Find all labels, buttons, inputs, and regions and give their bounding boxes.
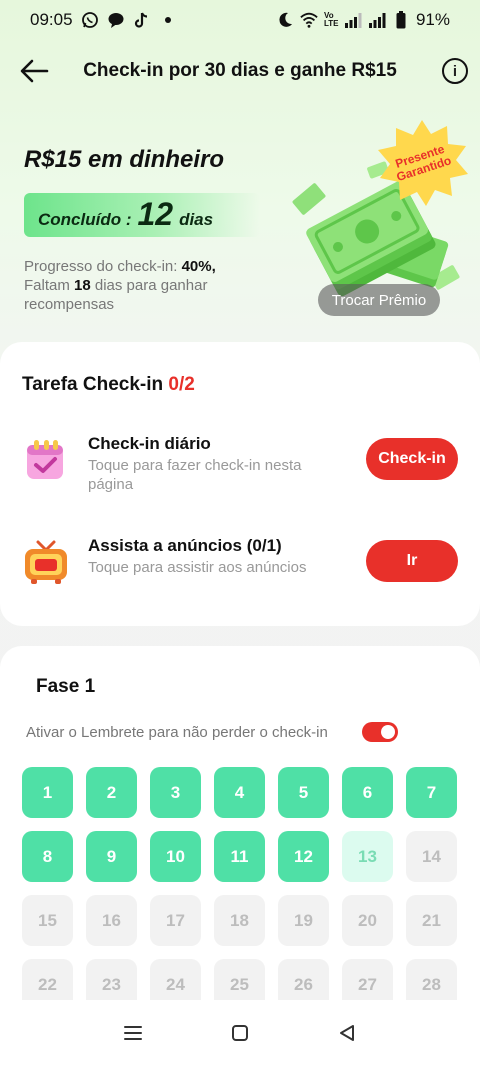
- task-description: Toque para assistir aos anúncios: [88, 559, 307, 576]
- back-button[interactable]: [18, 56, 50, 86]
- completed-days-unit: dias: [179, 210, 214, 229]
- day-cell-20[interactable]: 20: [342, 895, 393, 946]
- day-cell-2[interactable]: 2: [86, 767, 137, 818]
- day-cell-4[interactable]: 4: [214, 767, 265, 818]
- day-cell-12[interactable]: 12: [278, 831, 329, 882]
- signal-icon-1: [344, 11, 362, 29]
- reminder-toggle[interactable]: [362, 722, 398, 742]
- tiktok-icon: [133, 11, 151, 29]
- day-cell-1[interactable]: 1: [22, 767, 73, 818]
- day-cell-15[interactable]: 15: [22, 895, 73, 946]
- battery-percent: 91%: [415, 10, 450, 29]
- task-daily-checkin: Check-in diário Toque para fazer check-i…: [22, 434, 462, 494]
- task-watch-ads: Assista a anúncios (0/1) Toque para assi…: [22, 536, 462, 596]
- swap-prize-button[interactable]: Trocar Prêmio: [318, 284, 440, 316]
- completed-days-pill: Concluído : 12 dias: [24, 193, 260, 237]
- triangle-back-icon: [339, 1025, 354, 1041]
- day-cell-17[interactable]: 17: [150, 895, 201, 946]
- day-cell-7[interactable]: 7: [406, 767, 457, 818]
- day-cell-6[interactable]: 6: [342, 767, 393, 818]
- toggle-knob: [381, 725, 395, 739]
- checkin-button[interactable]: Check-in: [366, 438, 458, 480]
- day-cell-13[interactable]: 13: [342, 831, 393, 882]
- day-cell-10[interactable]: 10: [150, 831, 201, 882]
- moon-icon: [276, 11, 294, 29]
- back-nav-button[interactable]: [327, 1013, 367, 1053]
- recent-apps-button[interactable]: [113, 1013, 153, 1053]
- remaining-prefix: Faltam: [24, 277, 70, 294]
- day-cell-19[interactable]: 19: [278, 895, 329, 946]
- day-cell-16[interactable]: 16: [86, 895, 137, 946]
- ad-tv-icon: [25, 540, 67, 584]
- tasks-title-text: Tarefa Check-in: [22, 374, 164, 395]
- day-cell-21[interactable]: 21: [406, 895, 457, 946]
- day-cell-5[interactable]: 5: [278, 767, 329, 818]
- reminder-label: Ativar o Lembrete para não perder o chec…: [26, 724, 328, 741]
- remaining-days: 18: [74, 277, 91, 294]
- task-description: Toque para fazer check-in nesta página: [88, 457, 302, 493]
- go-button[interactable]: Ir: [366, 540, 458, 582]
- progress-value: 40%,: [181, 258, 216, 275]
- square-icon: [231, 1025, 248, 1041]
- system-nav-bar: [0, 1000, 480, 1066]
- status-time: 09:05: [30, 10, 73, 29]
- battery-icon: [392, 11, 410, 29]
- reward-title: R$15 em dinheiro: [24, 146, 225, 173]
- whatsapp-icon: [81, 11, 99, 29]
- task-name: Assista a anúncios (0/1): [88, 536, 282, 555]
- chat-bubble-icon: [107, 11, 125, 29]
- notification-dot-icon: [159, 11, 177, 29]
- info-button[interactable]: i: [442, 58, 468, 84]
- progress-text: Progresso do check-in: 40%, Faltam 18 di…: [24, 257, 274, 314]
- day-cell-9[interactable]: 9: [86, 831, 137, 882]
- day-cell-18[interactable]: 18: [214, 895, 265, 946]
- home-button[interactable]: [220, 1013, 260, 1053]
- wifi-icon: [300, 11, 318, 29]
- guaranteed-gift-badge: Presente Garantido: [374, 118, 470, 208]
- menu-icon: [124, 1026, 143, 1040]
- day-cell-11[interactable]: 11: [214, 831, 265, 882]
- phase-title: Fase 1: [36, 676, 96, 697]
- progress-label: Progresso do check-in:: [24, 258, 178, 275]
- completed-label: Concluído :: [38, 210, 132, 229]
- page-title: Check-in por 30 dias e ganhe R$15: [83, 60, 397, 81]
- signal-icon-2: [368, 11, 386, 29]
- volte-icon: Vo LTE: [323, 11, 339, 28]
- day-cell-8[interactable]: 8: [22, 831, 73, 882]
- header: Check-in por 30 dias e ganhe R$15 i: [0, 48, 480, 94]
- status-bar: 09:05 Vo LTE 91%: [0, 0, 480, 40]
- day-cell-14[interactable]: 14: [406, 831, 457, 882]
- tasks-count: 0/2: [168, 374, 195, 395]
- task-name: Check-in diário: [88, 434, 211, 453]
- tasks-title: Tarefa Check-in 0/2: [22, 374, 195, 396]
- day-cell-3[interactable]: 3: [150, 767, 201, 818]
- arrow-left-icon: [20, 59, 49, 83]
- info-icon: i: [452, 62, 458, 80]
- day-grid: 1 2 3 4 5 6 7 8 9 10 11 12 13 14 15 16 17 18 19 20 21 22 23 24 2…: [22, 767, 458, 1010]
- completed-days-number: 12: [137, 196, 174, 232]
- calendar-check-icon: [27, 440, 63, 479]
- tasks-card: Tarefa Check-in 0/2 Check-in diário Toqu…: [0, 342, 480, 626]
